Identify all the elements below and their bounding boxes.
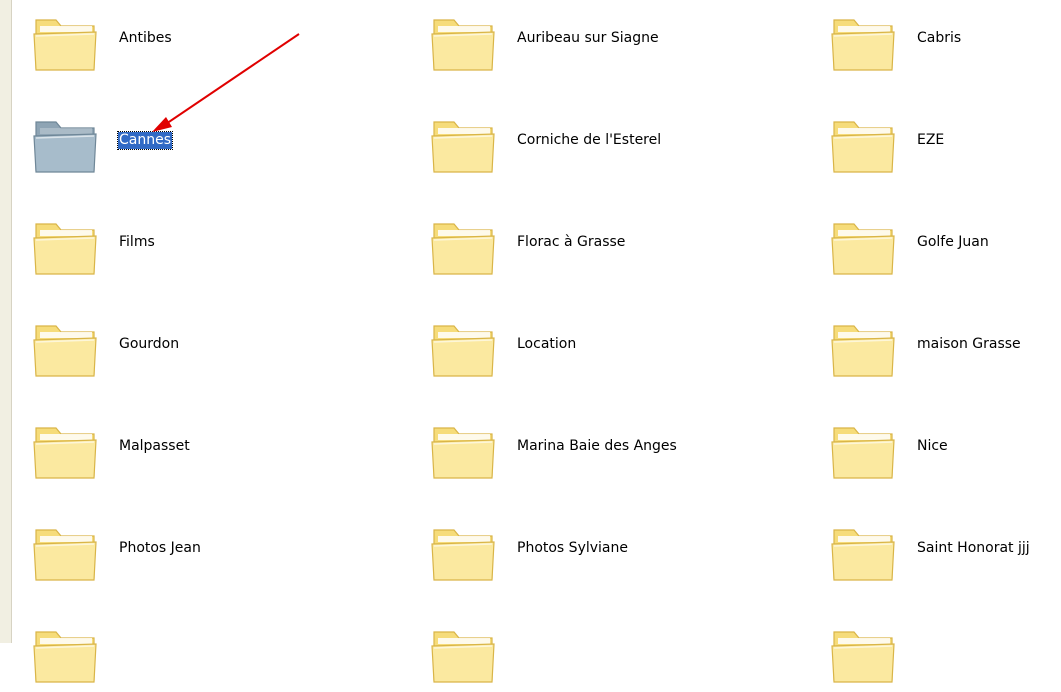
folder-icon[interactable] xyxy=(428,112,500,176)
folder-icon[interactable] xyxy=(428,622,500,686)
folder-item[interactable]: Florac à Grasse xyxy=(410,206,770,284)
folder-label[interactable]: Photos Sylviane xyxy=(516,540,629,557)
folder-item[interactable]: Corniche de l'Esterel xyxy=(410,104,770,182)
folder-icon[interactable] xyxy=(30,622,102,686)
folder-view-pane[interactable]: Antibes Auribeau sur Siagne Cabris Canne… xyxy=(12,0,1061,683)
folder-item[interactable]: Location xyxy=(410,308,770,386)
folder-label[interactable]: Gourdon xyxy=(118,336,180,353)
folder-label[interactable]: Photos Jean xyxy=(118,540,202,557)
folder-icon[interactable] xyxy=(428,418,500,482)
folder-icon[interactable] xyxy=(828,418,900,482)
folder-label[interactable]: Golfe Juan xyxy=(916,234,990,251)
folder-label[interactable]: maison Grasse xyxy=(916,336,1022,353)
folder-item[interactable]: Films xyxy=(12,206,372,284)
folder-item[interactable]: Gourdon xyxy=(12,308,372,386)
folder-item[interactable]: Antibes xyxy=(12,2,372,80)
folder-icon[interactable] xyxy=(828,112,900,176)
folder-item[interactable]: Marina Baie des Anges xyxy=(410,410,770,488)
folder-item[interactable] xyxy=(12,614,372,692)
folder-label[interactable]: Malpasset xyxy=(118,438,191,455)
folder-icon[interactable] xyxy=(30,520,102,584)
folder-label[interactable]: Florac à Grasse xyxy=(516,234,626,251)
folder-label[interactable]: Films xyxy=(118,234,156,251)
folder-label[interactable]: Nice xyxy=(916,438,949,455)
folder-item[interactable]: Auribeau sur Siagne xyxy=(410,2,770,80)
folder-label[interactable]: Location xyxy=(516,336,577,353)
folder-item[interactable]: maison Grasse xyxy=(810,308,1061,386)
folder-icon[interactable] xyxy=(30,418,102,482)
folder-label[interactable]: Auribeau sur Siagne xyxy=(516,30,660,47)
folder-icon[interactable] xyxy=(30,214,102,278)
folder-label[interactable]: Cabris xyxy=(916,30,962,47)
folder-label[interactable]: Marina Baie des Anges xyxy=(516,438,678,455)
folder-label[interactable]: Antibes xyxy=(118,30,173,47)
folder-icon[interactable] xyxy=(828,10,900,74)
folder-item[interactable] xyxy=(810,614,1061,692)
folder-label[interactable]: Saint Honorat jjj xyxy=(916,540,1031,557)
folder-icon[interactable] xyxy=(30,112,102,176)
folder-item[interactable]: Nice xyxy=(810,410,1061,488)
folder-item[interactable]: Golfe Juan xyxy=(810,206,1061,284)
folder-icon[interactable] xyxy=(30,316,102,380)
folder-icon[interactable] xyxy=(428,316,500,380)
folder-icon[interactable] xyxy=(428,214,500,278)
folder-icon[interactable] xyxy=(828,214,900,278)
folder-icon[interactable] xyxy=(30,10,102,74)
folder-item[interactable]: Saint Honorat jjj xyxy=(810,512,1061,590)
folder-icon[interactable] xyxy=(828,520,900,584)
folder-label[interactable]: Corniche de l'Esterel xyxy=(516,132,662,149)
folder-icon[interactable] xyxy=(428,10,500,74)
folder-item[interactable]: Cabris xyxy=(810,2,1061,80)
folder-item[interactable]: Cannes xyxy=(12,104,372,182)
folder-item[interactable]: Photos Jean xyxy=(12,512,372,590)
folder-item[interactable]: EZE xyxy=(810,104,1061,182)
folder-icon[interactable] xyxy=(428,520,500,584)
folder-icon[interactable] xyxy=(828,316,900,380)
folder-item[interactable]: Photos Sylviane xyxy=(410,512,770,590)
folder-item[interactable] xyxy=(410,614,770,692)
folder-item[interactable]: Malpasset xyxy=(12,410,372,488)
folder-label[interactable]: Cannes xyxy=(116,131,174,150)
folder-icon[interactable] xyxy=(828,622,900,686)
window-left-border xyxy=(0,0,12,643)
folder-label[interactable]: EZE xyxy=(916,132,945,149)
